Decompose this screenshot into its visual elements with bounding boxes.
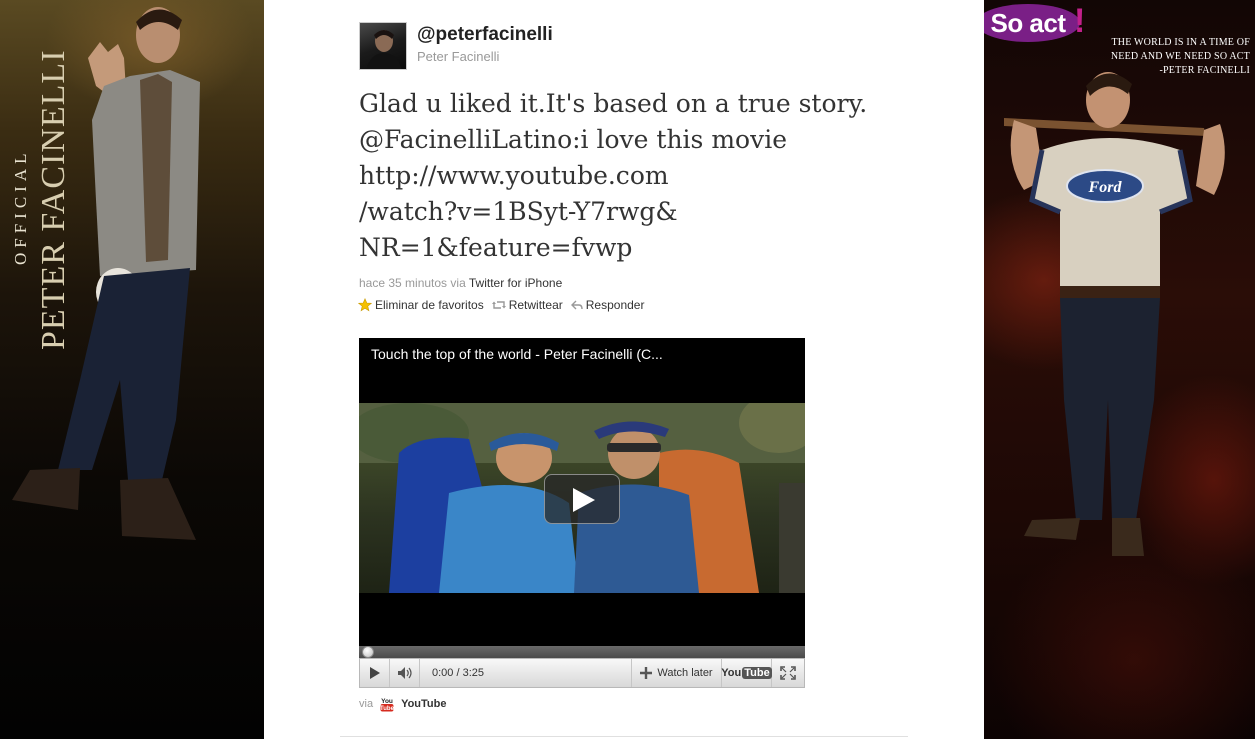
speaker-icon [397, 667, 412, 679]
play-overlay-button[interactable] [544, 474, 620, 524]
via-label: via [359, 698, 374, 710]
quote-line: -PETER FACINELLI [1159, 65, 1250, 76]
youtube-icon: You Tube [380, 698, 395, 712]
play-icon [573, 488, 595, 512]
tweet-mention-line[interactable]: @FacinelliLatino:i love this movie [359, 122, 879, 158]
peter-facinelli-label: PETER FACINELLI [35, 49, 66, 350]
unfavorite-button[interactable]: Eliminar de favoritos [358, 298, 484, 312]
time-display: 0:00 / 3:25 [420, 659, 632, 687]
time-label: 0:00 / 3:25 [432, 667, 484, 679]
retweet-label: Retwittear [508, 298, 563, 312]
tweet-link-line[interactable]: /watch?v=1BSyt-Y7rwg& [359, 194, 879, 230]
yt-tube-text: Tube [742, 667, 772, 679]
watch-later-button[interactable]: Watch later [632, 659, 722, 687]
star-icon [358, 298, 372, 312]
retweet-icon [491, 301, 506, 309]
yt-you-text: You [721, 667, 742, 679]
svg-text:Tube: Tube [380, 706, 395, 712]
so-act-badge: So act [984, 4, 1080, 42]
quote-line: THE WORLD IS IN A TIME OF [1111, 37, 1250, 48]
watch-later-label: Watch later [657, 667, 713, 679]
reply-arrow-icon [570, 300, 583, 310]
right-background-art: Ford So act ! THE WORLD IS IN A TIME OF … [984, 0, 1255, 739]
fullscreen-button[interactable] [772, 659, 804, 687]
ford-logo-text: Ford [1088, 179, 1123, 196]
video-title[interactable]: Touch the top of the world - Peter Facin… [371, 346, 663, 362]
youtube-provider-link[interactable]: YouTube [401, 698, 446, 710]
tweet-link-line[interactable]: NR=1&feature=fvwp [359, 230, 879, 266]
tweet-text: Glad u liked it.It's based on a true sto… [359, 86, 879, 266]
play-button[interactable] [360, 659, 390, 687]
tweet-meta: hace 35 minutos via Twitter for iPhone [359, 276, 562, 290]
avatar-portrait-icon [366, 30, 402, 69]
quote-line: NEED AND WE NEED SO ACT [1110, 51, 1250, 62]
tweet-link-line[interactable]: http://www.youtube.com [359, 158, 879, 194]
volume-button[interactable] [390, 659, 420, 687]
timestamp[interactable]: hace 35 minutos [359, 276, 447, 290]
fullscreen-icon [780, 666, 796, 680]
reply-label: Responder [585, 298, 645, 312]
source-link[interactable]: Twitter for iPhone [469, 276, 562, 290]
retweet-button[interactable]: Retwittear [491, 298, 563, 312]
reply-button[interactable]: Responder [570, 298, 645, 312]
divider [340, 736, 908, 737]
tweet-actions: Eliminar de favoritos Retwittear Respond… [358, 298, 644, 312]
unfavorite-label: Eliminar de favoritos [375, 298, 484, 312]
tweet-panel: @peterfacinelli Peter Facinelli Glad u l… [264, 0, 984, 739]
official-title-vertical: OFFICIAL PETER FACINELLI [11, 49, 66, 350]
player-controls: 0:00 / 3:25 Watch later You Tube [359, 658, 805, 688]
full-name: Peter Facinelli [417, 49, 500, 64]
avatar[interactable] [359, 22, 407, 70]
official-label: OFFICIAL [11, 148, 30, 265]
progress-scrubber[interactable] [362, 646, 374, 658]
right-person-figure: Ford [1004, 72, 1225, 556]
progress-bar[interactable] [359, 646, 805, 658]
plus-icon [640, 667, 653, 679]
via-label: via [450, 276, 466, 290]
quote-text: THE WORLD IS IN A TIME OF NEED AND WE NE… [1074, 36, 1250, 78]
username[interactable]: @peterfacinelli [417, 24, 553, 46]
youtube-player[interactable]: Touch the top of the world - Peter Facin… [359, 338, 805, 688]
play-icon [369, 667, 380, 679]
youtube-logo: You Tube [721, 667, 772, 679]
youtube-logo-button[interactable]: You Tube [721, 659, 772, 687]
embed-source: via You Tube YouTube [359, 696, 446, 712]
svg-text:You: You [381, 698, 393, 705]
left-background-art: OFFICIAL PETER FACINELLI [0, 0, 264, 739]
tweet-line: Glad u liked it.It's based on a true sto… [359, 89, 868, 118]
